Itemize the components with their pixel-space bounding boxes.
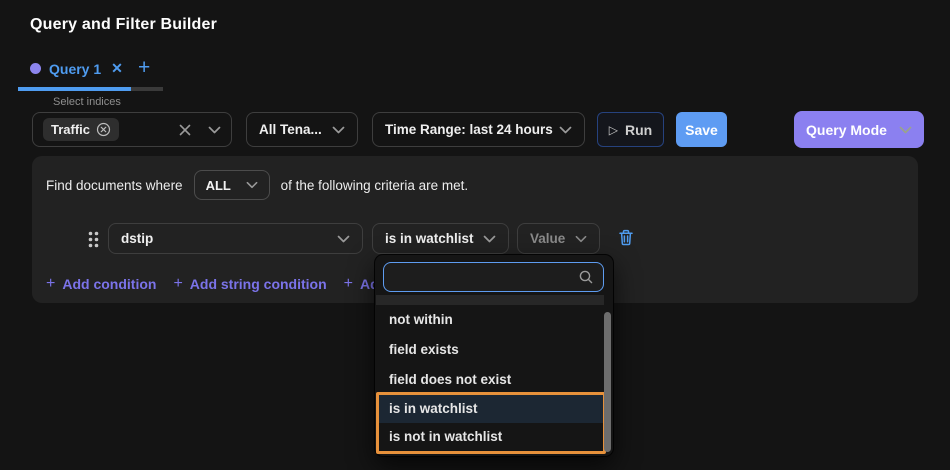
add-group-link-truncated[interactable]: + Ad bbox=[344, 275, 379, 293]
delete-condition-icon[interactable] bbox=[618, 229, 634, 246]
run-button-label: Run bbox=[625, 122, 652, 138]
add-links-row: + Add condition + Add string condition +… bbox=[46, 270, 379, 298]
condition-operator-value: is in watchlist bbox=[385, 231, 474, 246]
active-tab-underline bbox=[18, 87, 131, 91]
condition-field-select[interactable]: dstip bbox=[108, 223, 363, 254]
indices-select[interactable]: Traffic bbox=[32, 112, 232, 147]
drag-handle-icon[interactable] bbox=[88, 231, 99, 248]
dropdown-search-input[interactable] bbox=[393, 270, 578, 285]
criteria-sentence: Find documents where ALL of the followin… bbox=[46, 170, 468, 200]
tab-query-1[interactable]: Query 1 ✕ bbox=[30, 60, 123, 77]
plus-icon: + bbox=[173, 275, 182, 293]
chevron-down-icon bbox=[208, 126, 221, 134]
add-condition-label: Add condition bbox=[62, 276, 156, 292]
dropdown-option-not-within[interactable]: not within bbox=[376, 305, 604, 335]
add-string-condition-link[interactable]: + Add string condition bbox=[173, 275, 326, 293]
tab-label: Query 1 bbox=[49, 61, 101, 77]
save-button[interactable]: Save bbox=[676, 112, 727, 147]
dropdown-option-field-exists[interactable]: field exists bbox=[376, 335, 604, 365]
play-icon: ▷ bbox=[609, 124, 618, 136]
plus-icon: + bbox=[46, 275, 55, 293]
time-range-select[interactable]: Time Range: last 24 hours bbox=[372, 112, 585, 147]
operator-dropdown: not within field exists field does not e… bbox=[375, 255, 613, 456]
chevron-down-icon bbox=[483, 235, 496, 243]
chevron-down-icon bbox=[575, 235, 587, 243]
query-mode-label: Query Mode bbox=[806, 122, 887, 138]
chevron-down-icon bbox=[246, 181, 258, 189]
match-mode-select[interactable]: ALL bbox=[194, 170, 270, 200]
tenant-select[interactable]: All Tena... bbox=[246, 112, 358, 147]
chip-label: Traffic bbox=[51, 122, 90, 137]
add-condition-link[interactable]: + Add condition bbox=[46, 275, 156, 293]
dropdown-scrollbar-thumb[interactable] bbox=[604, 312, 611, 452]
search-icon bbox=[578, 269, 594, 285]
condition-field-value: dstip bbox=[121, 231, 153, 246]
tenant-select-value: All Tena... bbox=[259, 122, 322, 137]
time-range-value: Time Range: last 24 hours bbox=[385, 122, 553, 137]
chip-remove-icon[interactable] bbox=[96, 122, 111, 137]
chevron-down-icon bbox=[899, 126, 912, 134]
select-indices-label: Select indices bbox=[53, 96, 121, 108]
dropdown-search-box[interactable] bbox=[383, 262, 604, 292]
dropdown-option-field-does-not-exist[interactable]: field does not exist bbox=[376, 365, 604, 395]
add-tab-button[interactable]: + bbox=[138, 57, 150, 78]
partially-scrolled-option[interactable] bbox=[376, 295, 604, 305]
dropdown-option-is-in-watchlist[interactable]: is in watchlist bbox=[379, 395, 603, 423]
tab-close-icon[interactable]: ✕ bbox=[111, 60, 123, 77]
tabbar-underline bbox=[131, 87, 163, 91]
sentence-prefix: Find documents where bbox=[46, 178, 183, 193]
query-mode-button[interactable]: Query Mode bbox=[794, 111, 924, 148]
watchlist-options-highlight-box: is in watchlist is not in watchlist bbox=[376, 392, 606, 454]
match-mode-value: ALL bbox=[206, 178, 231, 193]
condition-value-placeholder: Value bbox=[530, 231, 565, 246]
dropdown-option-is-not-in-watchlist[interactable]: is not in watchlist bbox=[379, 423, 603, 451]
chevron-down-icon bbox=[337, 235, 350, 243]
condition-value-select[interactable]: Value bbox=[517, 223, 600, 254]
tab-status-dot bbox=[30, 63, 41, 74]
sentence-suffix: of the following criteria are met. bbox=[281, 178, 469, 193]
query-filter-builder-app: Query and Filter Builder Query 1 ✕ + Sel… bbox=[0, 0, 950, 470]
page-title: Query and Filter Builder bbox=[30, 16, 217, 34]
add-string-condition-label: Add string condition bbox=[190, 276, 327, 292]
run-button[interactable]: ▷ Run bbox=[597, 112, 664, 147]
condition-operator-select[interactable]: is in watchlist bbox=[372, 223, 509, 254]
plus-icon: + bbox=[344, 275, 353, 293]
clear-selection-icon[interactable] bbox=[179, 124, 191, 136]
index-chip-traffic[interactable]: Traffic bbox=[43, 118, 119, 141]
chevron-down-icon bbox=[332, 126, 345, 134]
chevron-down-icon bbox=[559, 126, 572, 134]
